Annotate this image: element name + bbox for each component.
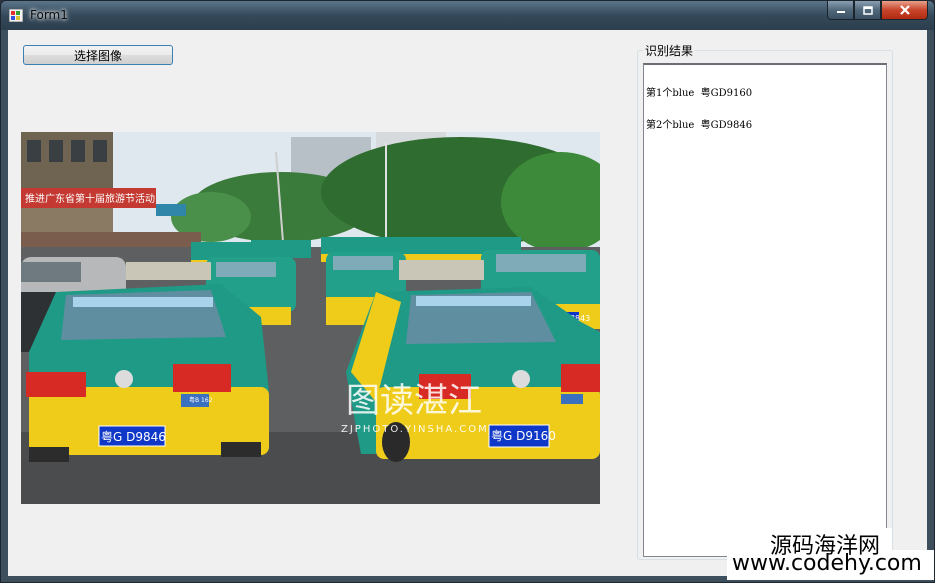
list-item[interactable]: 第1个blue 粤GD9160	[646, 84, 752, 99]
results-listbox[interactable]: 第1个blue 粤GD9160 第2个blue 粤GD9846	[643, 63, 887, 557]
minimize-button[interactable]	[827, 1, 854, 20]
close-button[interactable]	[881, 1, 928, 20]
maximize-icon	[862, 5, 873, 15]
taxi-photo: 推进广东省第十届旅游节活动 粤G D9846 粤G D9160 粤B 162 图…	[21, 132, 600, 504]
plate-far-left-text: 粤B 162	[189, 396, 213, 404]
close-icon	[899, 5, 910, 15]
minimize-icon	[836, 11, 845, 13]
maximize-button[interactable]	[854, 1, 881, 20]
plate-left-text: 粤G D9846	[101, 429, 166, 444]
list-item[interactable]: 第2个blue 粤GD9846	[646, 116, 752, 131]
title-bar[interactable]: Form1	[1, 1, 934, 30]
photo-watermark-text: 图读湛江	[346, 381, 482, 421]
results-groupbox: 识别结果 第1个blue 粤GD9160 第2个blue 粤GD9846	[637, 42, 893, 560]
building-banner-text: 推进广东省第十届旅游节活动	[25, 192, 155, 205]
plate-right-text: 粤G D9160	[491, 428, 556, 443]
photo-watermark-url: ZJPHOTO.YINSHA.COM	[341, 424, 489, 435]
site-watermark-url: www.codehy.com	[732, 551, 922, 576]
caption-buttons	[827, 1, 928, 20]
results-group-label: 识别结果	[643, 42, 696, 59]
app-window: Form1 选择图像 推进广东省第十届旅游节活动 粤G D9846 粤G D91…	[0, 0, 935, 583]
form-client-area: 选择图像 推进广东省第十届旅游节活动 粤G D9846 粤G D9160 粤B …	[8, 30, 927, 576]
picture-box: 推进广东省第十届旅游节活动 粤G D9846 粤G D9160 粤B 162 图…	[21, 132, 600, 504]
window-title: Form1	[30, 8, 68, 22]
app-icon	[9, 9, 23, 22]
choose-image-button[interactable]: 选择图像	[23, 45, 173, 65]
